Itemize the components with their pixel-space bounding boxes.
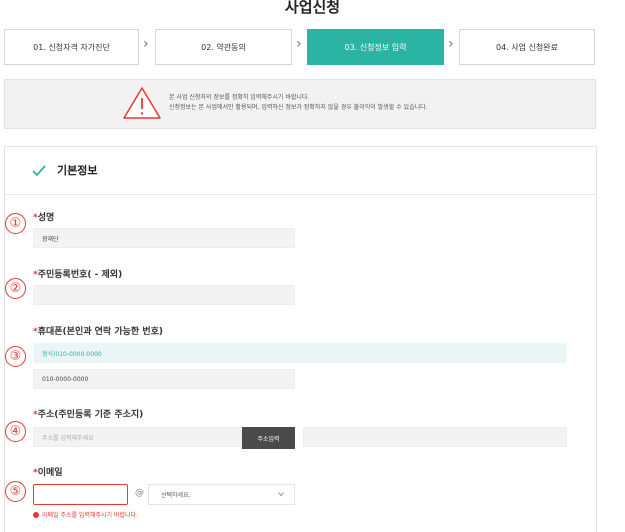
warning-triangle-icon	[123, 87, 161, 119]
marker-4: ④	[5, 421, 26, 442]
address-input[interactable]: 주소를 입력해주세요	[33, 427, 242, 447]
email-id-input[interactable]	[33, 484, 128, 505]
phone-input[interactable]: 010-0000-0000	[33, 369, 295, 389]
step-4[interactable]: 04. 사업 신청완료	[459, 29, 595, 65]
phone-label: *휴대폰(본인과 연락 가능한 번호)	[33, 324, 163, 337]
address-label: *주소(주민등록 기준 주소지)	[33, 407, 143, 420]
phone-label-text: 휴대폰(본인과 연락 가능한 번호)	[37, 327, 163, 337]
notice-text: 본 사업 신청자의 정보를 정확히 입력해주시기 바랍니다. 신청정보는 본 사…	[169, 93, 428, 113]
name-input[interactable]: 광재단	[33, 228, 295, 248]
step-3-active[interactable]: 03. 신청정보 입력	[307, 29, 444, 65]
step-arrow-icon: ›	[296, 36, 302, 52]
page-title: 사업신청	[284, 0, 341, 16]
address-search-button[interactable]: 주소입력	[242, 427, 295, 449]
marker-5: ⑤	[5, 481, 26, 502]
rrn-label-text: 주민등록번호( - 제외)	[37, 270, 123, 280]
basic-info-card: 기본정보	[4, 146, 597, 532]
notice-line-1: 본 사업 신청자의 정보를 정확히 입력해주시기 바랍니다.	[169, 94, 310, 101]
email-label-text: 이메일	[37, 468, 63, 478]
rrn-label: *주민등록번호( - 제외)	[33, 267, 122, 280]
marker-3: ③	[5, 346, 26, 367]
email-error-message: 이메일 주소를 입력해주시기 바랍니다.	[33, 510, 138, 519]
section-title: 기본정보	[57, 164, 98, 177]
name-label: *성명	[33, 210, 54, 223]
rrn-input[interactable]	[33, 285, 295, 305]
address-label-text: 주소(주민등록 기준 주소지)	[37, 410, 144, 420]
marker-2: ②	[5, 278, 26, 299]
step-arrow-icon: ›	[143, 36, 149, 52]
email-domain-selected: 선택하세요.	[161, 492, 191, 499]
email-error-text: 이메일 주소를 입력해주시기 바랍니다.	[42, 512, 138, 519]
notice-line-2: 신청정보는 본 사업에서만 활용되며, 입력하신 정보가 정확하지 않을 경우 …	[169, 104, 428, 111]
chevron-down-icon	[278, 492, 284, 497]
step-1[interactable]: 01. 신청자격 자가진단	[4, 29, 139, 65]
marker-1: ①	[5, 213, 26, 234]
check-icon	[32, 165, 46, 177]
step-2[interactable]: 02. 약관동의	[155, 29, 292, 65]
at-sign: @	[135, 488, 144, 498]
error-dot-icon	[33, 511, 39, 518]
card-header: 기본정보	[5, 147, 596, 195]
phone-format-hint: 형식)010-0000-0000	[33, 343, 567, 363]
step-arrow-icon: ›	[448, 36, 454, 52]
address-detail-input[interactable]	[303, 427, 567, 447]
notice-box: 본 사업 신청자의 정보를 정확히 입력해주시기 바랍니다. 신청정보는 본 사…	[4, 79, 596, 129]
email-domain-select[interactable]: 선택하세요.	[148, 484, 295, 505]
email-label: *이메일	[33, 465, 63, 478]
name-label-text: 성명	[37, 213, 55, 223]
